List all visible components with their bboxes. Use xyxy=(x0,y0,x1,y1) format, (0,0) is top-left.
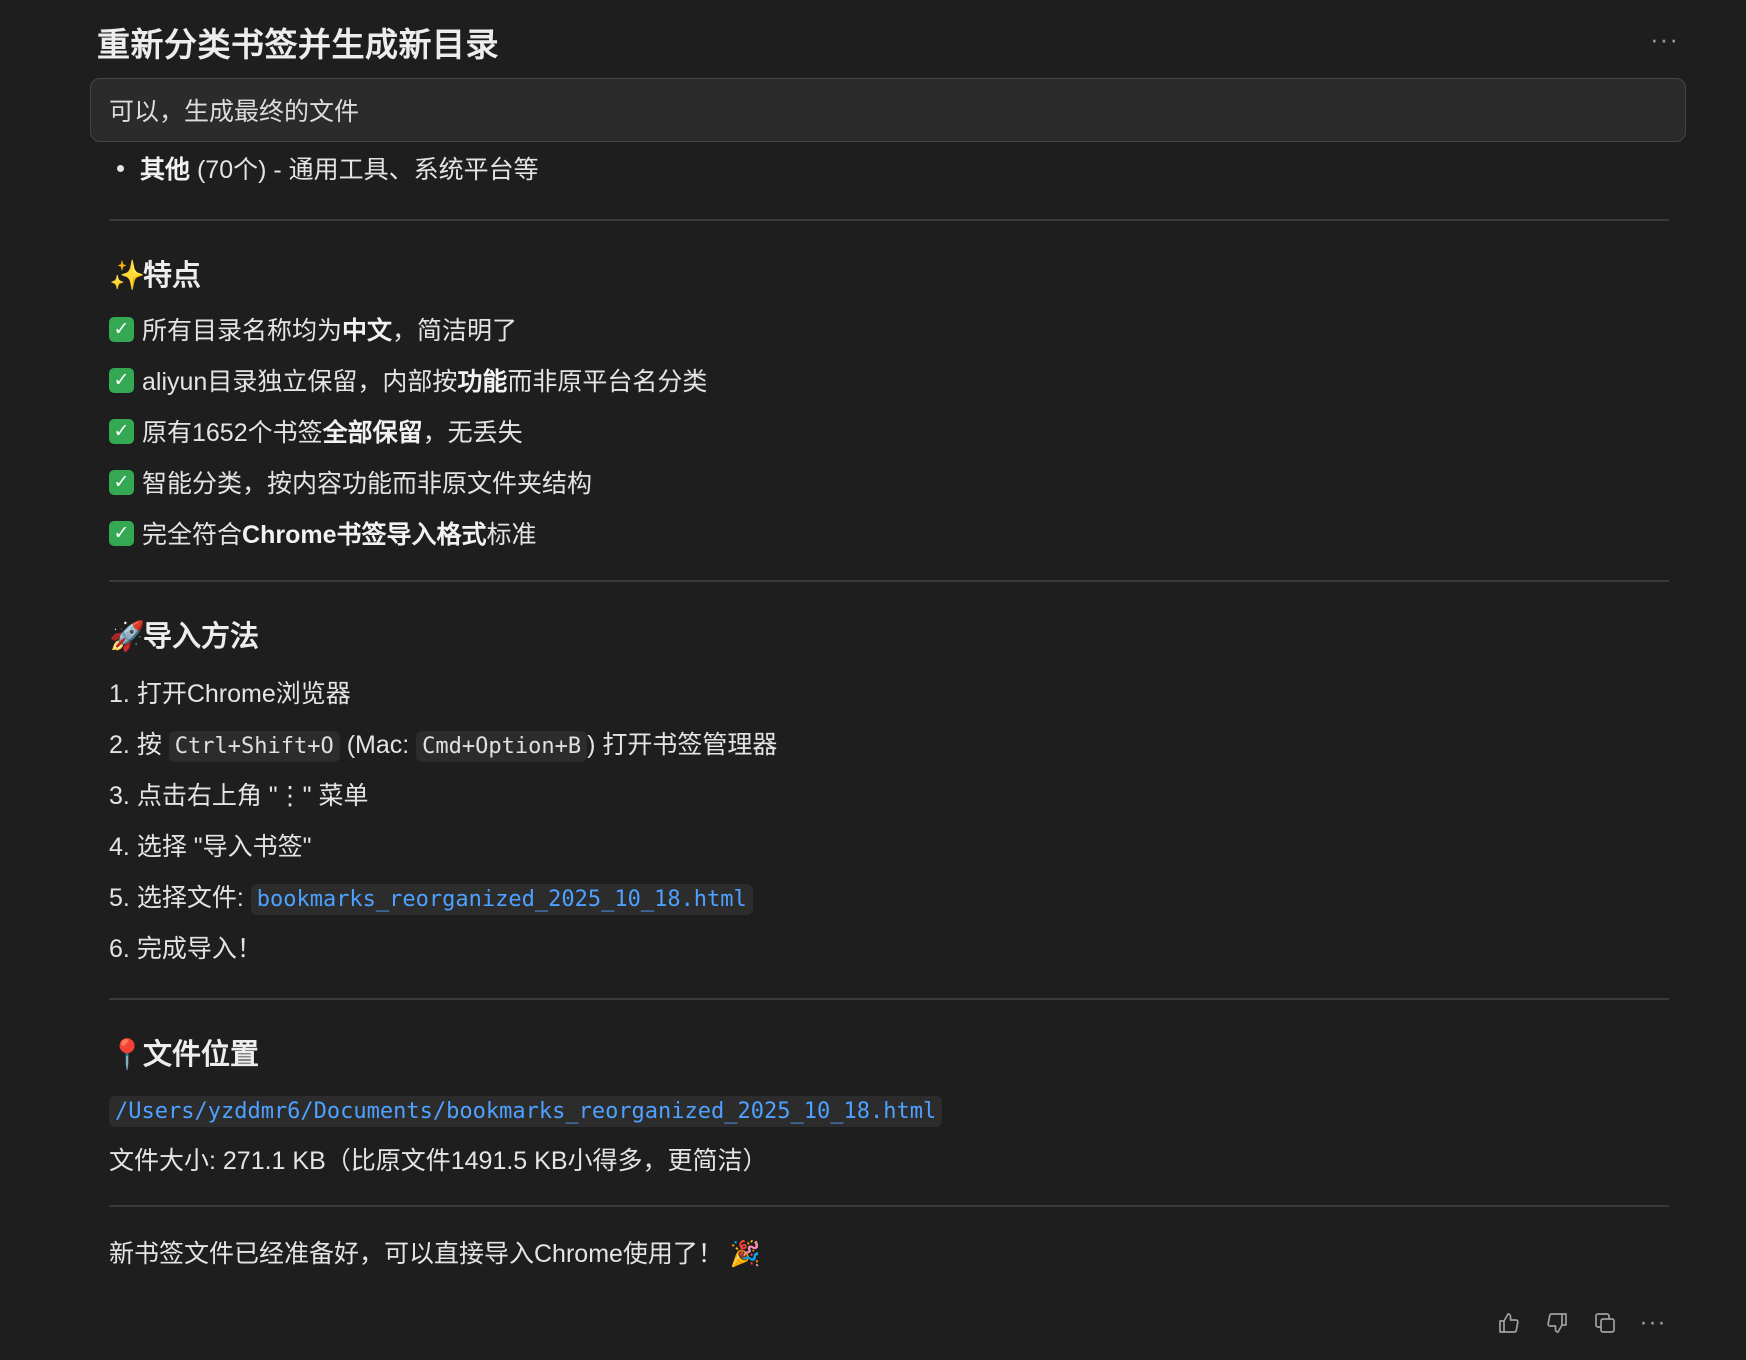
import-step: 1. 打开Chrome浏览器 xyxy=(109,676,351,712)
rocket-icon: 🚀 xyxy=(109,619,146,653)
import-step: 3. 点击右上角 "⋮" 菜单 xyxy=(109,778,368,814)
divider xyxy=(109,580,1669,582)
feature-text: ，无丢失 xyxy=(422,419,523,447)
feature-bold: 全部保留 xyxy=(322,419,423,447)
divider xyxy=(109,998,1669,1000)
step-number: 1. xyxy=(109,680,130,708)
message-actions: ··· xyxy=(1496,1310,1666,1336)
feature-bold: 功能 xyxy=(457,368,508,396)
import-step: 4. 选择 "导入书签" xyxy=(109,829,312,865)
step-text: 完成导入！ xyxy=(136,935,262,963)
step-number: 3. xyxy=(109,782,130,810)
closing-message: 新书签文件已经准备好，可以直接导入Chrome使用了！ 🎉 xyxy=(109,1236,764,1272)
sparkles-icon: ✨ xyxy=(109,258,146,292)
feature-text: 标准 xyxy=(486,521,537,549)
feature-item: ✓ 原有1652个书签全部保留，无丢失 xyxy=(109,415,523,451)
divider xyxy=(109,1205,1669,1207)
step-text: 按 xyxy=(136,731,162,759)
import-heading-text: 导入方法 xyxy=(143,621,260,653)
file-path-link[interactable]: /Users/yzddmr6/Documents/bookmarks_reorg… xyxy=(109,1096,943,1127)
step-text: ) 打开书签管理器 xyxy=(587,731,778,759)
location-heading: 📍文件位置 xyxy=(109,1036,259,1073)
user-prompt-bubble: 可以，生成最终的文件 xyxy=(90,78,1686,142)
step-number: 5. xyxy=(109,884,130,912)
conversation-title: 重新分类书签并生成新目录 xyxy=(97,26,499,63)
feature-text: 所有目录名称均为 xyxy=(142,317,343,345)
check-icon: ✓ xyxy=(109,418,134,444)
copy-icon[interactable] xyxy=(1592,1310,1618,1336)
features-heading: ✨特点 xyxy=(109,257,201,294)
step-text: 点击右上角 "⋮" 菜单 xyxy=(136,782,369,810)
step-text: 选择 "导入书签" xyxy=(136,833,312,861)
feature-bold: 中文 xyxy=(342,317,393,345)
file-size-text: 文件大小: 271.1 KB（比原文件1491.5 KB小得多，更简洁） xyxy=(109,1147,768,1175)
feature-item: ✓ 所有目录名称均为中文，简洁明了 xyxy=(109,313,517,349)
step-number: 6. xyxy=(109,935,130,963)
feature-item: ✓ aliyun目录独立保留，内部按功能而非原平台名分类 xyxy=(109,364,707,400)
features-heading-text: 特点 xyxy=(143,260,202,292)
check-icon: ✓ xyxy=(109,469,134,495)
shortcut-code: Cmd+Option+B xyxy=(416,731,588,762)
import-step: 6. 完成导入！ xyxy=(109,931,262,967)
location-heading-text: 文件位置 xyxy=(143,1039,260,1071)
list-item-other: 其他 (70个) - 通用工具、系统平台等 xyxy=(109,152,539,188)
feature-text: 完全符合 xyxy=(142,521,243,549)
bullet-icon xyxy=(117,164,124,172)
check-icon: ✓ xyxy=(109,367,134,393)
step-text: 打开Chrome浏览器 xyxy=(136,680,351,708)
more-options-icon[interactable]: ··· xyxy=(1650,26,1679,52)
feature-text: aliyun目录独立保留，内部按 xyxy=(142,368,458,396)
feature-text: 智能分类，按内容功能而非原文件夹结构 xyxy=(142,470,593,498)
closing-text: 新书签文件已经准备好，可以直接导入Chrome使用了！ xyxy=(109,1240,723,1268)
bullet-text: (70个) - 通用工具、系统平台等 xyxy=(190,156,539,184)
feature-item: ✓ 智能分类，按内容功能而非原文件夹结构 xyxy=(109,466,592,502)
file-path-line: /Users/yzddmr6/Documents/bookmarks_reorg… xyxy=(109,1092,943,1130)
feature-text: ，简洁明了 xyxy=(392,317,518,345)
file-link[interactable]: bookmarks_reorganized_2025_10_18.html xyxy=(250,884,753,915)
step-number: 4. xyxy=(109,833,130,861)
check-icon: ✓ xyxy=(109,316,134,342)
feature-bold: Chrome书签导入格式 xyxy=(242,521,487,549)
more-icon[interactable]: ··· xyxy=(1640,1310,1666,1336)
import-step: 2. 按 Ctrl+Shift+O (Mac: Cmd+Option+B) 打开… xyxy=(109,727,777,765)
import-step: 5. 选择文件: bookmarks_reorganized_2025_10_1… xyxy=(109,880,753,918)
pin-icon: 📍 xyxy=(109,1037,146,1071)
divider xyxy=(109,219,1669,221)
party-popper-icon: 🎉 xyxy=(729,1239,762,1268)
step-text: 选择文件: xyxy=(136,884,244,912)
bullet-bold: 其他 xyxy=(140,156,191,184)
thumbs-down-icon[interactable] xyxy=(1544,1310,1570,1336)
step-text: (Mac: xyxy=(346,731,410,759)
step-number: 2. xyxy=(109,731,130,759)
import-heading: 🚀导入方法 xyxy=(109,618,259,655)
feature-text: 而非原平台名分类 xyxy=(507,368,708,396)
thumbs-up-icon[interactable] xyxy=(1496,1310,1522,1336)
feature-text: 原有1652个书签 xyxy=(142,419,323,447)
feature-item: ✓ 完全符合Chrome书签导入格式标准 xyxy=(109,517,537,553)
shortcut-code: Ctrl+Shift+O xyxy=(168,731,340,762)
user-prompt-text: 可以，生成最终的文件 xyxy=(109,98,360,126)
check-icon: ✓ xyxy=(109,520,134,546)
